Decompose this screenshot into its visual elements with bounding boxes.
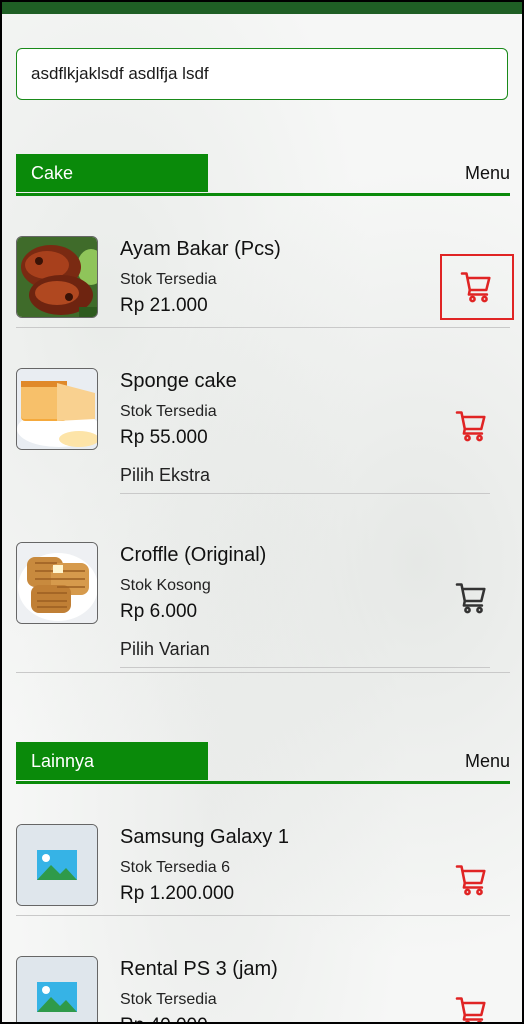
product-price: Rp 55.000 [120,427,208,448]
extra-divider [120,667,490,668]
select-extra-link[interactable]: Pilih Ekstra [120,465,210,486]
product-name: Samsung Galaxy 1 [120,826,289,848]
product-image-grilled-chicken [16,236,98,318]
row-divider [16,915,510,916]
product-name: Rental PS 3 (jam) [120,958,278,980]
add-to-cart-button[interactable] [452,992,492,1022]
product-name: Croffle (Original) [120,544,267,566]
top-bar [2,2,522,14]
cart-icon [455,997,486,1022]
section-header-cake: Cake Menu [16,154,510,196]
extra-divider [120,493,490,494]
product-name: Sponge cake [120,370,237,392]
add-to-cart-button[interactable] [452,860,492,900]
product-name: Ayam Bakar (Pcs) [120,238,281,260]
select-variant-link[interactable]: Pilih Varian [120,639,210,660]
placeholder-image-icon [37,850,77,880]
product-price: Rp 1.200.000 [120,883,235,904]
section-menu-link[interactable]: Menu [465,751,510,772]
product-price: Rp 21.000 [120,295,208,316]
product-image-croffle [16,542,98,624]
cart-icon [455,865,486,896]
row-divider [16,327,510,328]
product-stock: Stok Kosong [120,577,211,594]
app-frame: Cake Menu Ayam Bakar (Pcs) Stok Tersedia… [0,0,524,1024]
product-stock: Stok Tersedia [120,403,217,420]
section-title: Lainnya [16,742,208,780]
section-menu-link[interactable]: Menu [465,163,510,184]
placeholder-image-icon [37,982,77,1012]
product-stock: Stok Tersedia 6 [120,859,230,876]
product-image-placeholder [16,824,98,906]
section-title: Cake [16,154,208,192]
add-to-cart-button[interactable] [452,406,492,446]
cart-icon [455,411,486,442]
product-price: Rp 6.000 [120,601,198,622]
product-price: Rp 40.000 [120,1015,208,1022]
add-to-cart-button[interactable] [440,254,514,320]
product-stock: Stok Tersedia [120,271,217,288]
cart-icon [455,583,486,614]
row-divider [16,672,510,673]
cart-icon [460,272,491,303]
section-divider [16,781,510,784]
product-image-placeholder [16,956,98,1022]
product-stock: Stok Tersedia [120,991,217,1008]
section-divider [16,193,510,196]
product-image-sponge-cake [16,368,98,450]
add-to-cart-button[interactable] [452,578,492,618]
search-input[interactable] [16,48,508,100]
section-header-lainnya: Lainnya Menu [16,742,510,784]
